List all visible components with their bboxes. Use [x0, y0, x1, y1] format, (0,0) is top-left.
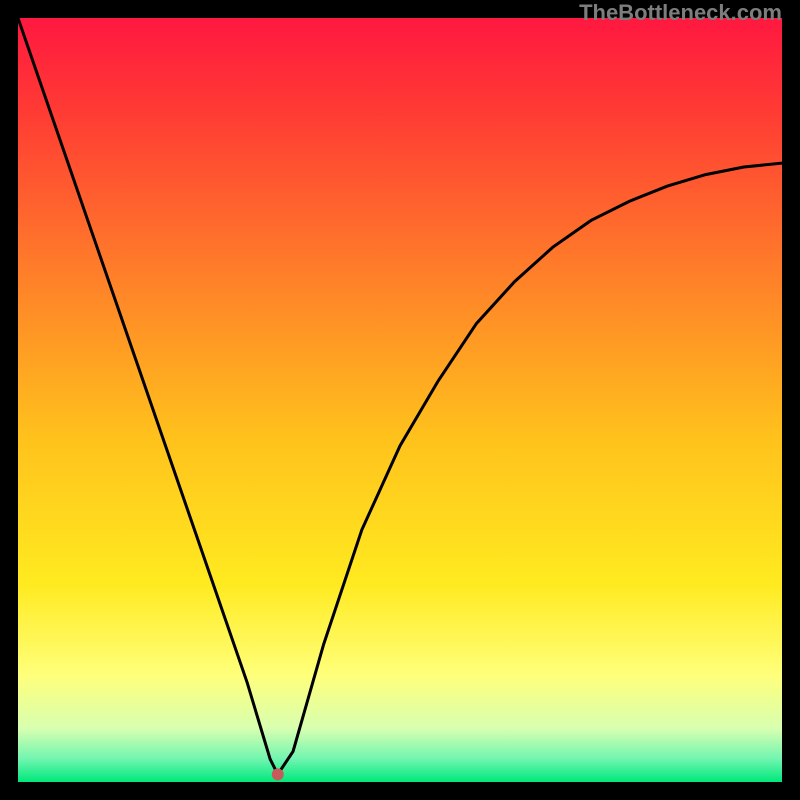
watermark-text: TheBottleneck.com	[579, 0, 782, 26]
bottleneck-chart	[18, 18, 782, 782]
optimum-marker	[272, 768, 284, 780]
gradient-bg	[18, 18, 782, 782]
chart-frame	[18, 18, 782, 782]
